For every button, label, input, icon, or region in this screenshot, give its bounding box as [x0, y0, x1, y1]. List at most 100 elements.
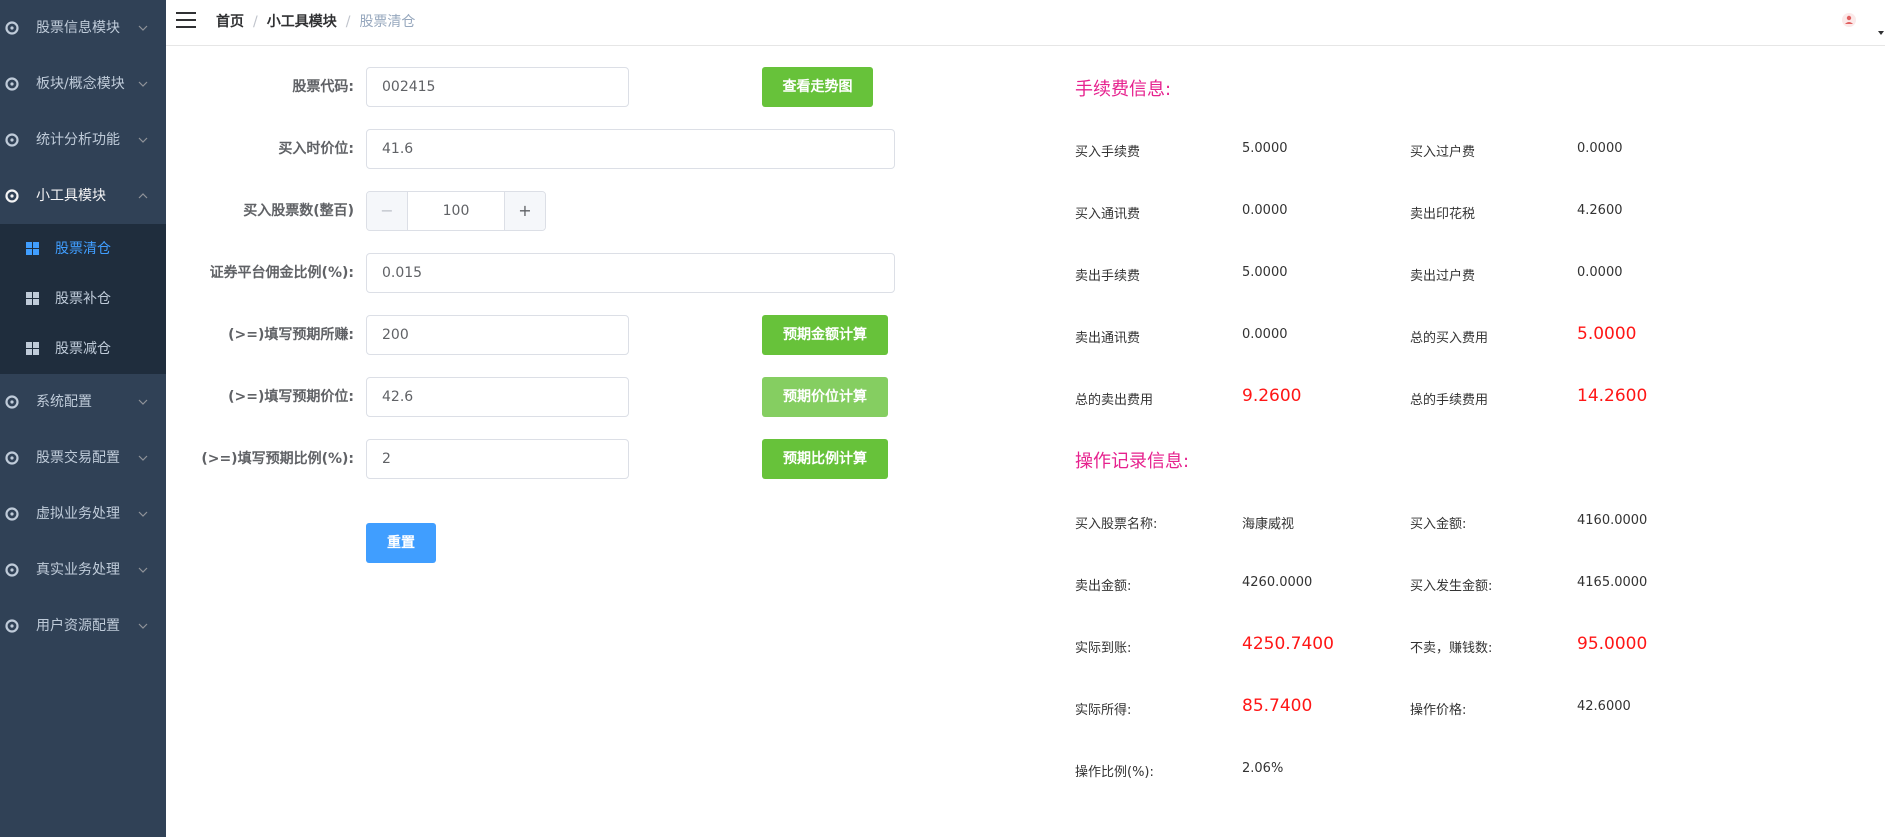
- fee-value: 0.0000: [1242, 327, 1288, 342]
- increase-button[interactable]: +: [504, 192, 545, 230]
- hamburger-icon[interactable]: [176, 11, 196, 29]
- decrease-button[interactable]: −: [367, 192, 408, 230]
- fee-label: 总的买入费用: [1410, 331, 1489, 346]
- operation-value: 2.06%: [1242, 761, 1284, 776]
- operation-label: 不卖，赚钱数:: [1410, 641, 1493, 656]
- operation-value: 4160.0000: [1577, 513, 1648, 528]
- stock-code-label: 股票代码:: [292, 79, 354, 95]
- quantity-stepper: − 100 +: [366, 191, 546, 231]
- tools-submenu: 股票清仓 股票补仓 股票减仓: [0, 224, 166, 374]
- buy-quantity-label: 买入股票数(整百): [243, 203, 354, 219]
- menu-label: 系统配置: [36, 394, 92, 410]
- menu-label: 板块/概念模块: [36, 76, 125, 92]
- chevron-down-icon: [138, 623, 148, 629]
- breadcrumb: 首页 / 小工具模块 / 股票清仓: [216, 0, 415, 44]
- buy-price-label: 买入时价位:: [278, 141, 354, 157]
- operation-value: 4165.0000: [1577, 575, 1648, 590]
- breadcrumb-current: 股票清仓: [359, 14, 416, 30]
- chevron-down-icon: [138, 511, 148, 517]
- caret-down-icon[interactable]: [1877, 29, 1885, 37]
- gear-icon: [5, 77, 19, 91]
- expected-price-input[interactable]: [366, 377, 629, 417]
- avatar[interactable]: [1841, 12, 1857, 28]
- fee-label: 买入通讯费: [1075, 207, 1141, 222]
- sidebar-item-label: 股票补仓: [55, 291, 111, 307]
- menu-virtual-business[interactable]: 虚拟业务处理: [0, 486, 166, 542]
- menu-label: 用户资源配置: [36, 618, 120, 634]
- expected-price-button[interactable]: 预期价位计算: [762, 377, 888, 417]
- gear-icon: [5, 395, 19, 409]
- operation-value: 海康威视: [1242, 517, 1295, 532]
- menu-label: 虚拟业务处理: [36, 506, 120, 522]
- fee-value-highlight: 5.0000: [1577, 324, 1637, 344]
- operation-label: 操作价格:: [1410, 703, 1467, 718]
- chevron-down-icon: [138, 81, 148, 87]
- menu-user-resource[interactable]: 用户资源配置: [0, 598, 166, 654]
- fee-value: 0.0000: [1577, 265, 1623, 280]
- fee-label: 卖出印花税: [1410, 207, 1476, 222]
- operation-value-highlight: 85.7400: [1242, 696, 1313, 716]
- menu-stock-info[interactable]: 股票信息模块: [0, 0, 166, 56]
- expected-ratio-button[interactable]: 预期比例计算: [762, 439, 888, 479]
- menu-trade-config[interactable]: 股票交易配置: [0, 430, 166, 486]
- menu-label: 统计分析功能: [36, 132, 120, 148]
- chevron-up-icon: [138, 193, 148, 199]
- fee-value: 0.0000: [1577, 141, 1623, 156]
- gear-icon: [5, 619, 19, 633]
- fee-label: 总的手续费用: [1410, 393, 1489, 408]
- sidebar-item-stock-add[interactable]: 股票补仓: [0, 274, 166, 324]
- breadcrumb-separator: /: [253, 14, 258, 30]
- menu-label: 真实业务处理: [36, 562, 120, 578]
- fee-value: 5.0000: [1242, 141, 1288, 156]
- fee-label: 总的卖出费用: [1075, 393, 1154, 408]
- sidebar-item-stock-reduce[interactable]: 股票减仓: [0, 324, 166, 374]
- navbar: 首页 / 小工具模块 / 股票清仓: [166, 0, 1885, 46]
- breadcrumb-tools[interactable]: 小工具模块: [267, 14, 337, 30]
- fee-label: 卖出过户费: [1410, 269, 1476, 284]
- fee-value-highlight: 14.2600: [1577, 386, 1648, 406]
- chevron-down-icon: [138, 25, 148, 31]
- menu-label: 股票交易配置: [36, 450, 120, 466]
- menu-sector-concept[interactable]: 板块/概念模块: [0, 56, 166, 112]
- expected-ratio-label: (>=)填写预期比例(%):: [201, 451, 354, 467]
- breadcrumb-home[interactable]: 首页: [216, 14, 244, 30]
- expected-amount-button[interactable]: 预期金额计算: [762, 315, 888, 355]
- menu-real-business[interactable]: 真实业务处理: [0, 542, 166, 598]
- operation-value: 42.6000: [1577, 699, 1631, 714]
- sidebar-item-label: 股票清仓: [55, 241, 111, 257]
- grid-icon: [26, 292, 39, 305]
- sidebar: 股票信息模块 板块/概念模块 统计分析功能 小工具模块 股票清仓 股票补仓 股票…: [0, 0, 166, 837]
- quantity-input[interactable]: 100: [408, 192, 504, 230]
- gear-icon: [5, 507, 19, 521]
- operation-label: 买入金额:: [1410, 517, 1467, 532]
- fee-label: 卖出通讯费: [1075, 331, 1141, 346]
- fee-label: 卖出手续费: [1075, 269, 1141, 284]
- stock-code-input[interactable]: [366, 67, 629, 107]
- buy-price-input[interactable]: [366, 129, 895, 169]
- commission-rate-label: 证券平台佣金比例(%):: [209, 265, 354, 281]
- menu-statistics[interactable]: 统计分析功能: [0, 112, 166, 168]
- operation-value-highlight: 4250.7400: [1242, 634, 1334, 654]
- menu-tools[interactable]: 小工具模块: [0, 168, 166, 224]
- grid-icon: [26, 342, 39, 355]
- menu-system-config[interactable]: 系统配置: [0, 374, 166, 430]
- sidebar-item-stock-clear[interactable]: 股票清仓: [0, 224, 166, 274]
- expected-ratio-input[interactable]: [366, 439, 629, 479]
- fee-value: 0.0000: [1242, 203, 1288, 218]
- operation-label: 操作比例(%):: [1075, 765, 1154, 780]
- operation-value-highlight: 95.0000: [1577, 634, 1648, 654]
- expected-profit-input[interactable]: [366, 315, 629, 355]
- reset-button[interactable]: 重置: [366, 523, 436, 563]
- chevron-down-icon: [138, 567, 148, 573]
- fee-value-highlight: 9.2600: [1242, 386, 1302, 406]
- gear-icon: [5, 451, 19, 465]
- operation-label: 实际到账:: [1075, 641, 1132, 656]
- view-trend-button[interactable]: 查看走势图: [762, 67, 873, 107]
- operation-info-title: 操作记录信息:: [1075, 451, 1190, 472]
- operation-label: 买入股票名称:: [1075, 517, 1158, 532]
- operation-value: 4260.0000: [1242, 575, 1313, 590]
- expected-price-label: (>=)填写预期价位:: [228, 389, 354, 405]
- operation-label: 实际所得:: [1075, 703, 1132, 718]
- commission-rate-input[interactable]: [366, 253, 895, 293]
- gear-icon: [5, 133, 19, 147]
